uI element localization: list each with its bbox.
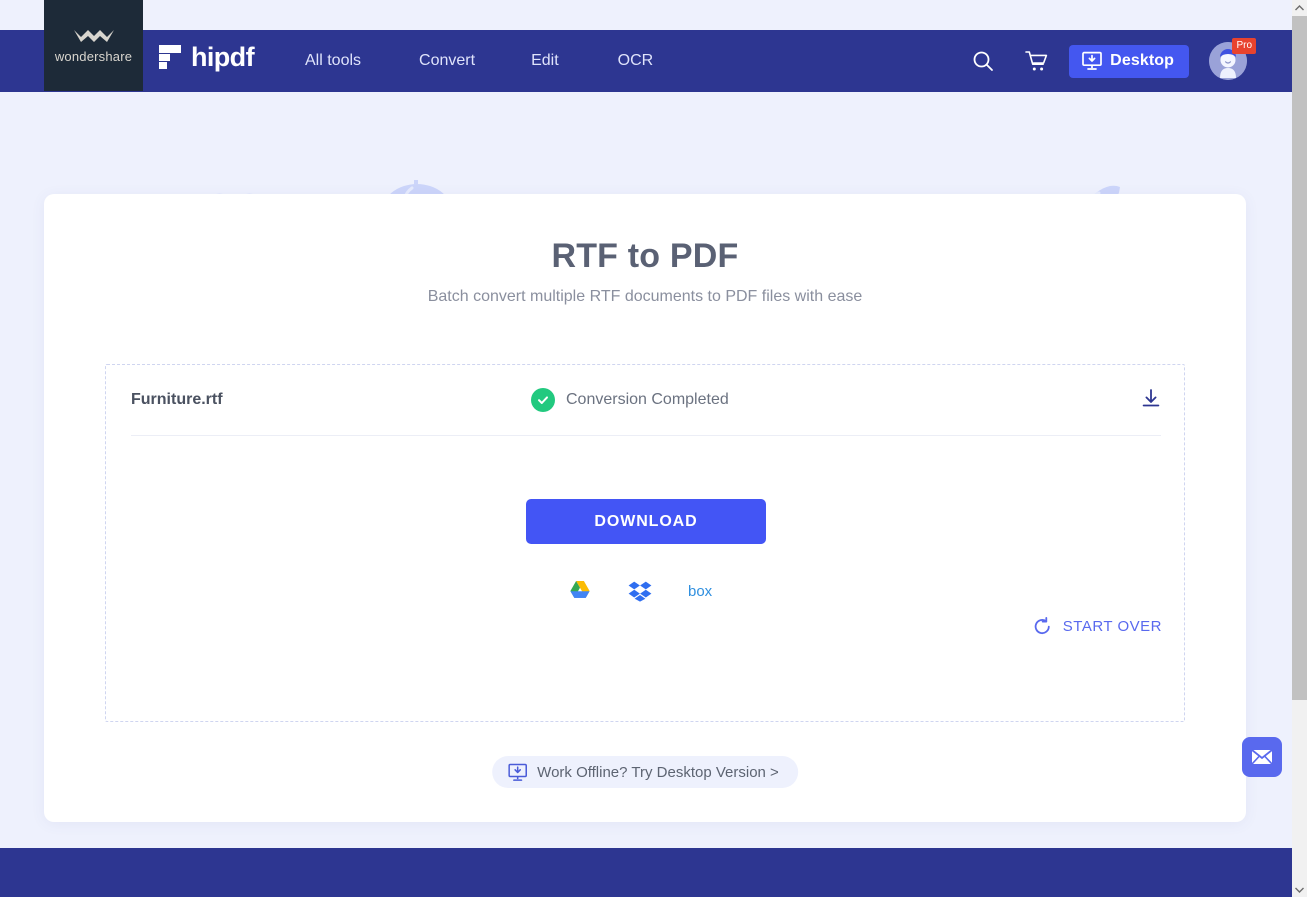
site-footer <box>0 848 1292 897</box>
cart-icon[interactable] <box>1023 48 1049 74</box>
header-actions: Desktop Pro <box>970 30 1256 92</box>
scrollbar-thumb[interactable] <box>1292 16 1307 700</box>
pro-badge: Pro <box>1232 38 1256 54</box>
status-badge: Conversion Completed <box>531 388 729 412</box>
download-button[interactable]: DOWNLOAD <box>526 499 766 544</box>
restart-icon <box>1034 617 1050 635</box>
conversion-panel: Furniture.rtf Conversion Completed DOWNL… <box>105 364 1185 722</box>
start-over-button[interactable]: START OVER <box>1033 617 1162 636</box>
top-strip <box>0 0 1292 30</box>
box-icon[interactable]: box <box>688 582 722 600</box>
row-download-icon[interactable] <box>1141 388 1161 415</box>
offline-chip-label: Work Offline? Try Desktop Version > <box>537 763 779 781</box>
file-row: Furniture.rtf Conversion Completed <box>131 365 1161 435</box>
nav-item-convert[interactable]: Convert <box>419 52 475 70</box>
offline-desktop-chip[interactable]: Work Offline? Try Desktop Version > <box>492 756 798 788</box>
wondershare-logo-block[interactable]: wondershare <box>44 0 143 91</box>
desktop-button[interactable]: Desktop <box>1069 44 1189 78</box>
page-root: wondershare hipdf All tools Convert Edit… <box>0 0 1307 897</box>
scroll-down-arrow[interactable] <box>1292 882 1307 897</box>
avatar[interactable]: Pro <box>1209 38 1256 80</box>
cloud-targets: box <box>106 580 1184 602</box>
envelope-icon <box>1251 749 1273 765</box>
start-over-label: START OVER <box>1062 618 1162 635</box>
google-drive-icon[interactable] <box>568 580 592 602</box>
hipdf-mark-icon <box>159 45 181 69</box>
check-circle-icon <box>531 388 555 412</box>
scroll-up-arrow[interactable] <box>1292 0 1307 15</box>
desktop-button-label: Desktop <box>1110 52 1174 69</box>
file-name: Furniture.rtf <box>131 391 223 408</box>
mail-widget[interactable] <box>1242 737 1282 777</box>
svg-text:box: box <box>688 583 713 600</box>
hipdf-wordmark: hipdf <box>191 42 255 72</box>
search-icon[interactable] <box>970 48 996 74</box>
page-subtitle: Batch convert multiple RTF documents to … <box>427 288 863 305</box>
nav-item-edit[interactable]: Edit <box>531 52 559 70</box>
dropbox-icon[interactable] <box>628 580 652 602</box>
page-title: RTF to PDF <box>551 237 739 275</box>
desktop-download-icon <box>1082 51 1103 70</box>
status-text: Conversion Completed <box>566 391 729 408</box>
row-divider <box>131 435 1161 436</box>
wondershare-mark-icon <box>73 29 114 42</box>
hipdf-logo[interactable]: hipdf <box>158 42 255 72</box>
nav-item-all-tools[interactable]: All tools <box>305 52 361 70</box>
page-scrollbar[interactable] <box>1292 0 1307 897</box>
wondershare-wordmark: wondershare <box>54 48 133 64</box>
main-card: RTF to PDF Batch convert multiple RTF do… <box>44 194 1246 822</box>
main-nav: All tools Convert Edit OCR <box>305 30 653 92</box>
desktop-download-icon <box>508 763 527 781</box>
nav-item-ocr[interactable]: OCR <box>618 52 654 70</box>
